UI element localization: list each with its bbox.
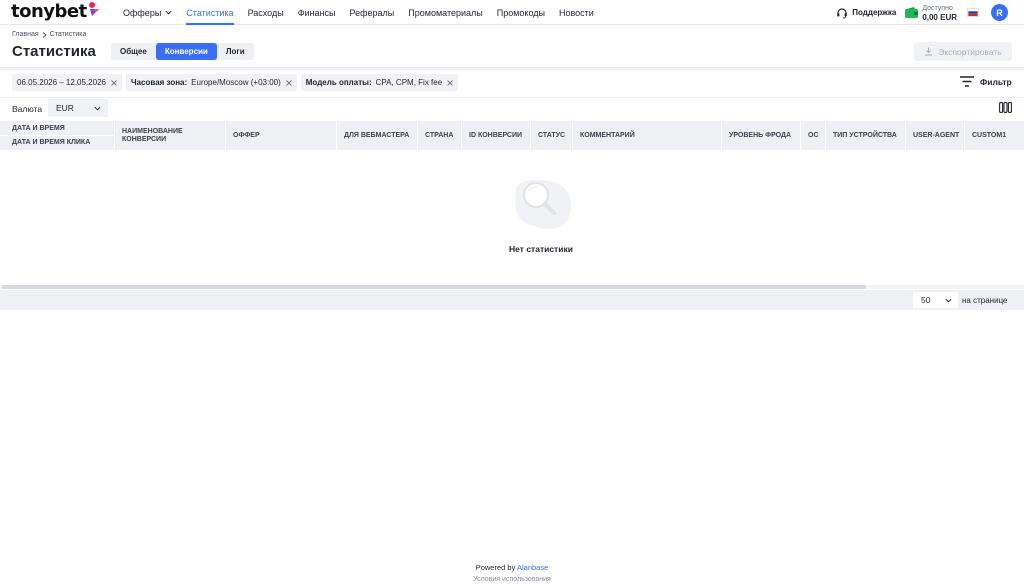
chevron-down-icon: [945, 298, 952, 303]
logo-text: tonybet: [11, 1, 87, 22]
breadcrumb: Главная Статистика: [12, 31, 86, 38]
chevron-down-icon: [94, 106, 101, 111]
balance-widget[interactable]: Доступно 0,00 EUR: [905, 4, 957, 22]
headset-icon: [837, 7, 848, 18]
column-header-comment[interactable]: Комментарий: [573, 121, 722, 150]
conversions-table-header: Дата и время Дата и время клика Наименов…: [0, 121, 1024, 150]
tonybet-logo[interactable]: tonybet: [11, 1, 100, 22]
nav-item-statistics[interactable]: Статистика: [186, 0, 234, 25]
column-header-conversion-id[interactable]: ID конверсии: [462, 121, 531, 150]
nav-item-promo-materials[interactable]: Промоматериалы: [408, 0, 482, 25]
balance-label: Доступно: [922, 4, 953, 12]
active-filters: 06.05.2026 – 12.05.2026 Часовая зона: Eu…: [12, 74, 462, 91]
nav-item-finances[interactable]: Финансы: [298, 0, 336, 25]
logo-mark-icon: [88, 1, 99, 16]
empty-state-magnifier-icon: [515, 179, 571, 229]
currency-select[interactable]: EUR: [48, 99, 108, 117]
chevron-right-icon: [42, 31, 47, 38]
nav-item-referrals[interactable]: Рефералы: [350, 0, 395, 25]
filter-chip-timezone[interactable]: Часовая зона: Europe/Moscow (+03:00): [125, 74, 297, 91]
alanbase-link[interactable]: Alanbase: [517, 563, 548, 572]
empty-state-text: Нет статистики: [509, 244, 573, 254]
breadcrumb-current: Статистика: [49, 31, 87, 38]
page-title: Статистика: [12, 43, 96, 60]
column-header-user-agent[interactable]: User-Agent: [906, 121, 965, 150]
tab-logs[interactable]: Логи: [217, 43, 254, 60]
main-nav: Офферы Статистика Расходы Финансы Рефера…: [123, 0, 608, 25]
column-header-status[interactable]: Статус: [531, 121, 573, 150]
russian-flag-icon[interactable]: [967, 8, 979, 17]
column-header-webmaster[interactable]: Для вебмастера: [337, 121, 418, 150]
column-settings-icon[interactable]: [999, 102, 1012, 113]
column-header-datetime[interactable]: Дата и время Дата и время клика: [0, 121, 115, 150]
pagination-bar: [0, 290, 1024, 310]
powered-by: Powered by Alanbase: [475, 563, 549, 572]
nav-item-news[interactable]: Новости: [559, 0, 594, 25]
breadcrumb-home[interactable]: Главная: [12, 31, 39, 38]
column-header-custom1[interactable]: Custom1: [965, 121, 1024, 150]
statistics-tabs: Общее Конверсии Логи: [111, 43, 254, 60]
wallet-icon: [905, 7, 919, 18]
column-header-conversion-name[interactable]: Наименование конверсии: [115, 121, 226, 150]
export-button[interactable]: Экспортировать: [914, 42, 1012, 61]
terms-of-use-link[interactable]: Условия использования: [0, 576, 1024, 583]
filters-divider: [0, 97, 1024, 98]
filter-lines-icon: [960, 76, 974, 87]
user-avatar[interactable]: R: [991, 4, 1008, 21]
close-icon[interactable]: [285, 79, 292, 86]
section-divider: [0, 67, 1024, 70]
filter-button[interactable]: Фильтр: [960, 76, 1012, 87]
nav-item-promocodes[interactable]: Промокоды: [497, 0, 545, 25]
support-button[interactable]: Поддержка: [836, 7, 896, 19]
nav-item-offers[interactable]: Офферы: [123, 0, 172, 25]
nav-item-expenses[interactable]: Расходы: [248, 0, 284, 25]
per-page-select[interactable]: 50: [913, 292, 958, 308]
balance-value: 0,00 EUR: [922, 12, 957, 22]
column-header-os[interactable]: ОС: [801, 121, 826, 150]
close-icon[interactable]: [447, 79, 453, 86]
per-page-label: на странице: [962, 296, 1008, 305]
close-icon[interactable]: [111, 79, 117, 86]
currency-label: Валюта: [12, 104, 43, 114]
column-header-fraud-level[interactable]: Уровень фрода: [722, 121, 801, 150]
download-icon: [925, 47, 933, 56]
column-header-country[interactable]: Страна: [418, 121, 462, 150]
header-right: Поддержка Доступно 0,00 EUR R: [836, 0, 1024, 25]
filter-chip-payment-model[interactable]: Модель оплаты: CPA, CPM, Fix fee: [300, 74, 459, 91]
top-navigation-bar: tonybet Офферы Статистика Расходы Финанс…: [0, 0, 1024, 25]
column-header-device-type[interactable]: Тип устройства: [826, 121, 906, 150]
horizontal-scrollbar-thumb[interactable]: [2, 285, 866, 289]
filter-chip-date-range[interactable]: 06.05.2026 – 12.05.2026: [12, 74, 122, 91]
tab-general[interactable]: Общее: [111, 43, 156, 60]
column-header-offer[interactable]: Оффер: [226, 121, 337, 150]
chevron-down-icon: [165, 10, 172, 15]
tab-conversions[interactable]: Конверсии: [155, 43, 217, 60]
